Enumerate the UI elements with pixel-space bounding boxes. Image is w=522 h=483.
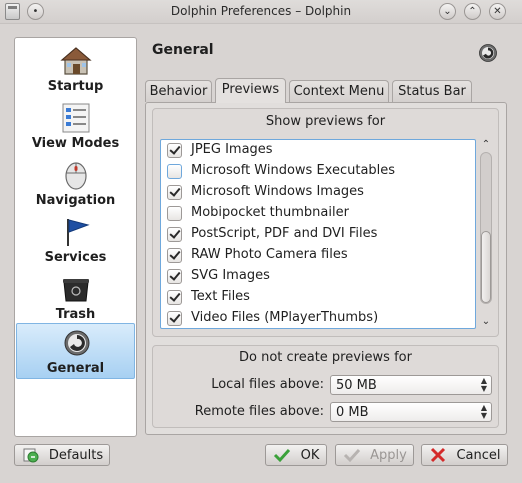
list-item[interactable]: JPEG Images xyxy=(161,140,475,161)
sidebar-item-label: Startup xyxy=(47,79,104,94)
chevron-up-icon: ⌃ xyxy=(468,5,477,17)
sidebar-item-label: Navigation xyxy=(35,193,116,208)
list-item-label: Microsoft Windows Executables xyxy=(191,163,396,178)
list-item-label: RAW Photo Camera files xyxy=(191,247,348,262)
scroll-up-button[interactable]: ⌃ xyxy=(480,139,492,151)
preview-plugins-list[interactable]: JPEG Images Microsoft Windows Executable… xyxy=(160,139,476,329)
sidebar-item-general[interactable]: General xyxy=(16,323,135,379)
tab-label: Behavior xyxy=(149,84,208,99)
spinbox-value: 0 MB xyxy=(336,405,369,420)
list-item[interactable]: Video Files (MPlayerThumbs) xyxy=(161,308,475,328)
sidebar-item-label: Trash xyxy=(55,307,96,322)
defaults-button[interactable]: Defaults xyxy=(14,444,110,466)
tab-label: Status Bar xyxy=(398,84,466,99)
sidebar-item-label: Services xyxy=(44,250,107,265)
cancel-icon xyxy=(430,447,446,463)
checkbox[interactable] xyxy=(167,206,182,221)
cancel-button[interactable]: Cancel xyxy=(421,444,508,466)
list-item[interactable]: SVG Images xyxy=(161,266,475,287)
list-item-label: Mobipocket thumbnailer xyxy=(191,205,349,220)
sidebar-item-label: General xyxy=(46,361,105,376)
apply-button[interactable]: Apply xyxy=(335,444,414,466)
remote-files-size-spinbox[interactable]: 0 MB ▲ ▼ xyxy=(330,402,492,422)
house-icon xyxy=(60,47,92,75)
group-title: Show previews for xyxy=(265,114,386,129)
spin-arrows-icon[interactable]: ▲ ▼ xyxy=(481,404,487,420)
sidebar: Startup View Modes Navigation Services T… xyxy=(14,37,137,437)
page-title: General xyxy=(152,42,214,58)
flag-icon xyxy=(67,219,90,246)
gear-icon xyxy=(479,44,497,62)
mouse-icon xyxy=(65,162,87,190)
minimize-button[interactable]: ⌄ xyxy=(439,3,456,20)
title-bar[interactable]: • Dolphin Preferences – Dolphin ⌄ ⌃ ✕ xyxy=(0,0,522,24)
list-item-label: PostScript, PDF and DVI Files xyxy=(191,226,378,241)
list-item[interactable]: Text Files xyxy=(161,287,475,308)
scrollbar-thumb[interactable] xyxy=(481,231,491,303)
trash-icon xyxy=(63,279,89,302)
list-item-label: Microsoft Windows Images xyxy=(191,184,364,199)
list-item-label: SVG Images xyxy=(191,268,270,283)
maximize-button[interactable]: ⌃ xyxy=(464,3,481,20)
group-title: Do not create previews for xyxy=(239,350,412,365)
checkbox[interactable] xyxy=(167,185,182,200)
button-label: Apply xyxy=(370,448,407,463)
spin-arrows-icon[interactable]: ▲ ▼ xyxy=(481,377,487,393)
tab-previews[interactable]: Previews xyxy=(215,78,286,103)
sidebar-item-navigation[interactable]: Navigation xyxy=(16,156,135,212)
tab-label: Context Menu xyxy=(293,84,385,99)
checkbox[interactable] xyxy=(167,227,182,242)
list-item-label: Video Files (MPlayerThumbs) xyxy=(191,310,379,325)
checkbox[interactable] xyxy=(167,290,182,305)
button-label: Cancel xyxy=(456,448,501,463)
button-label: Defaults xyxy=(48,448,104,463)
close-button[interactable]: ✕ xyxy=(489,3,506,20)
remote-files-label: Remote files above: xyxy=(194,404,324,419)
checkmark-icon xyxy=(273,448,291,463)
close-icon: ✕ xyxy=(493,5,502,17)
checkbox[interactable] xyxy=(167,143,182,158)
list-item[interactable]: Microsoft Windows Images xyxy=(161,182,475,203)
defaults-icon xyxy=(23,448,39,463)
sidebar-item-label: View Modes xyxy=(31,136,120,151)
checkbox[interactable] xyxy=(167,164,182,179)
spinbox-value: 50 MB xyxy=(336,378,377,393)
local-files-size-spinbox[interactable]: 50 MB ▲ ▼ xyxy=(330,375,492,395)
list-item[interactable]: Microsoft Windows Executables xyxy=(161,161,475,182)
tab-context-menu[interactable]: Context Menu xyxy=(289,80,389,102)
chevron-down-icon: ⌄ xyxy=(481,316,491,327)
sidebar-item-view-modes[interactable]: View Modes xyxy=(16,99,135,155)
checkbox[interactable] xyxy=(167,248,182,263)
checkbox[interactable] xyxy=(167,311,182,326)
checkbox[interactable] xyxy=(167,269,182,284)
local-files-label: Local files above: xyxy=(211,377,324,392)
scrollbar-track[interactable] xyxy=(480,152,492,304)
list-item[interactable]: RAW Photo Camera files xyxy=(161,245,475,266)
ok-button[interactable]: OK xyxy=(265,444,327,466)
list-item-label: Text Files xyxy=(191,289,250,304)
scroll-down-button[interactable]: ⌄ xyxy=(480,316,492,328)
chevron-down-icon: ⌄ xyxy=(443,5,452,17)
list-item-label: JPEG Images xyxy=(191,142,273,157)
list-item[interactable]: PostScript, PDF and DVI Files xyxy=(161,224,475,245)
sidebar-item-trash[interactable]: Trash xyxy=(16,270,135,326)
button-label: OK xyxy=(300,448,320,463)
view-modes-icon xyxy=(62,103,90,133)
list-item[interactable]: Mobipocket thumbnailer xyxy=(161,203,475,224)
preferences-window: • Dolphin Preferences – Dolphin ⌄ ⌃ ✕ St… xyxy=(0,0,522,483)
sidebar-item-services[interactable]: Services xyxy=(16,213,135,269)
tab-label: Previews xyxy=(221,82,280,97)
tab-status-bar[interactable]: Status Bar xyxy=(392,80,472,102)
tab-behavior[interactable]: Behavior xyxy=(145,80,212,102)
gear-icon xyxy=(64,330,90,356)
chevron-up-icon: ⌃ xyxy=(481,139,491,150)
checkmark-icon xyxy=(343,448,361,463)
sidebar-item-startup[interactable]: Startup xyxy=(16,42,135,98)
